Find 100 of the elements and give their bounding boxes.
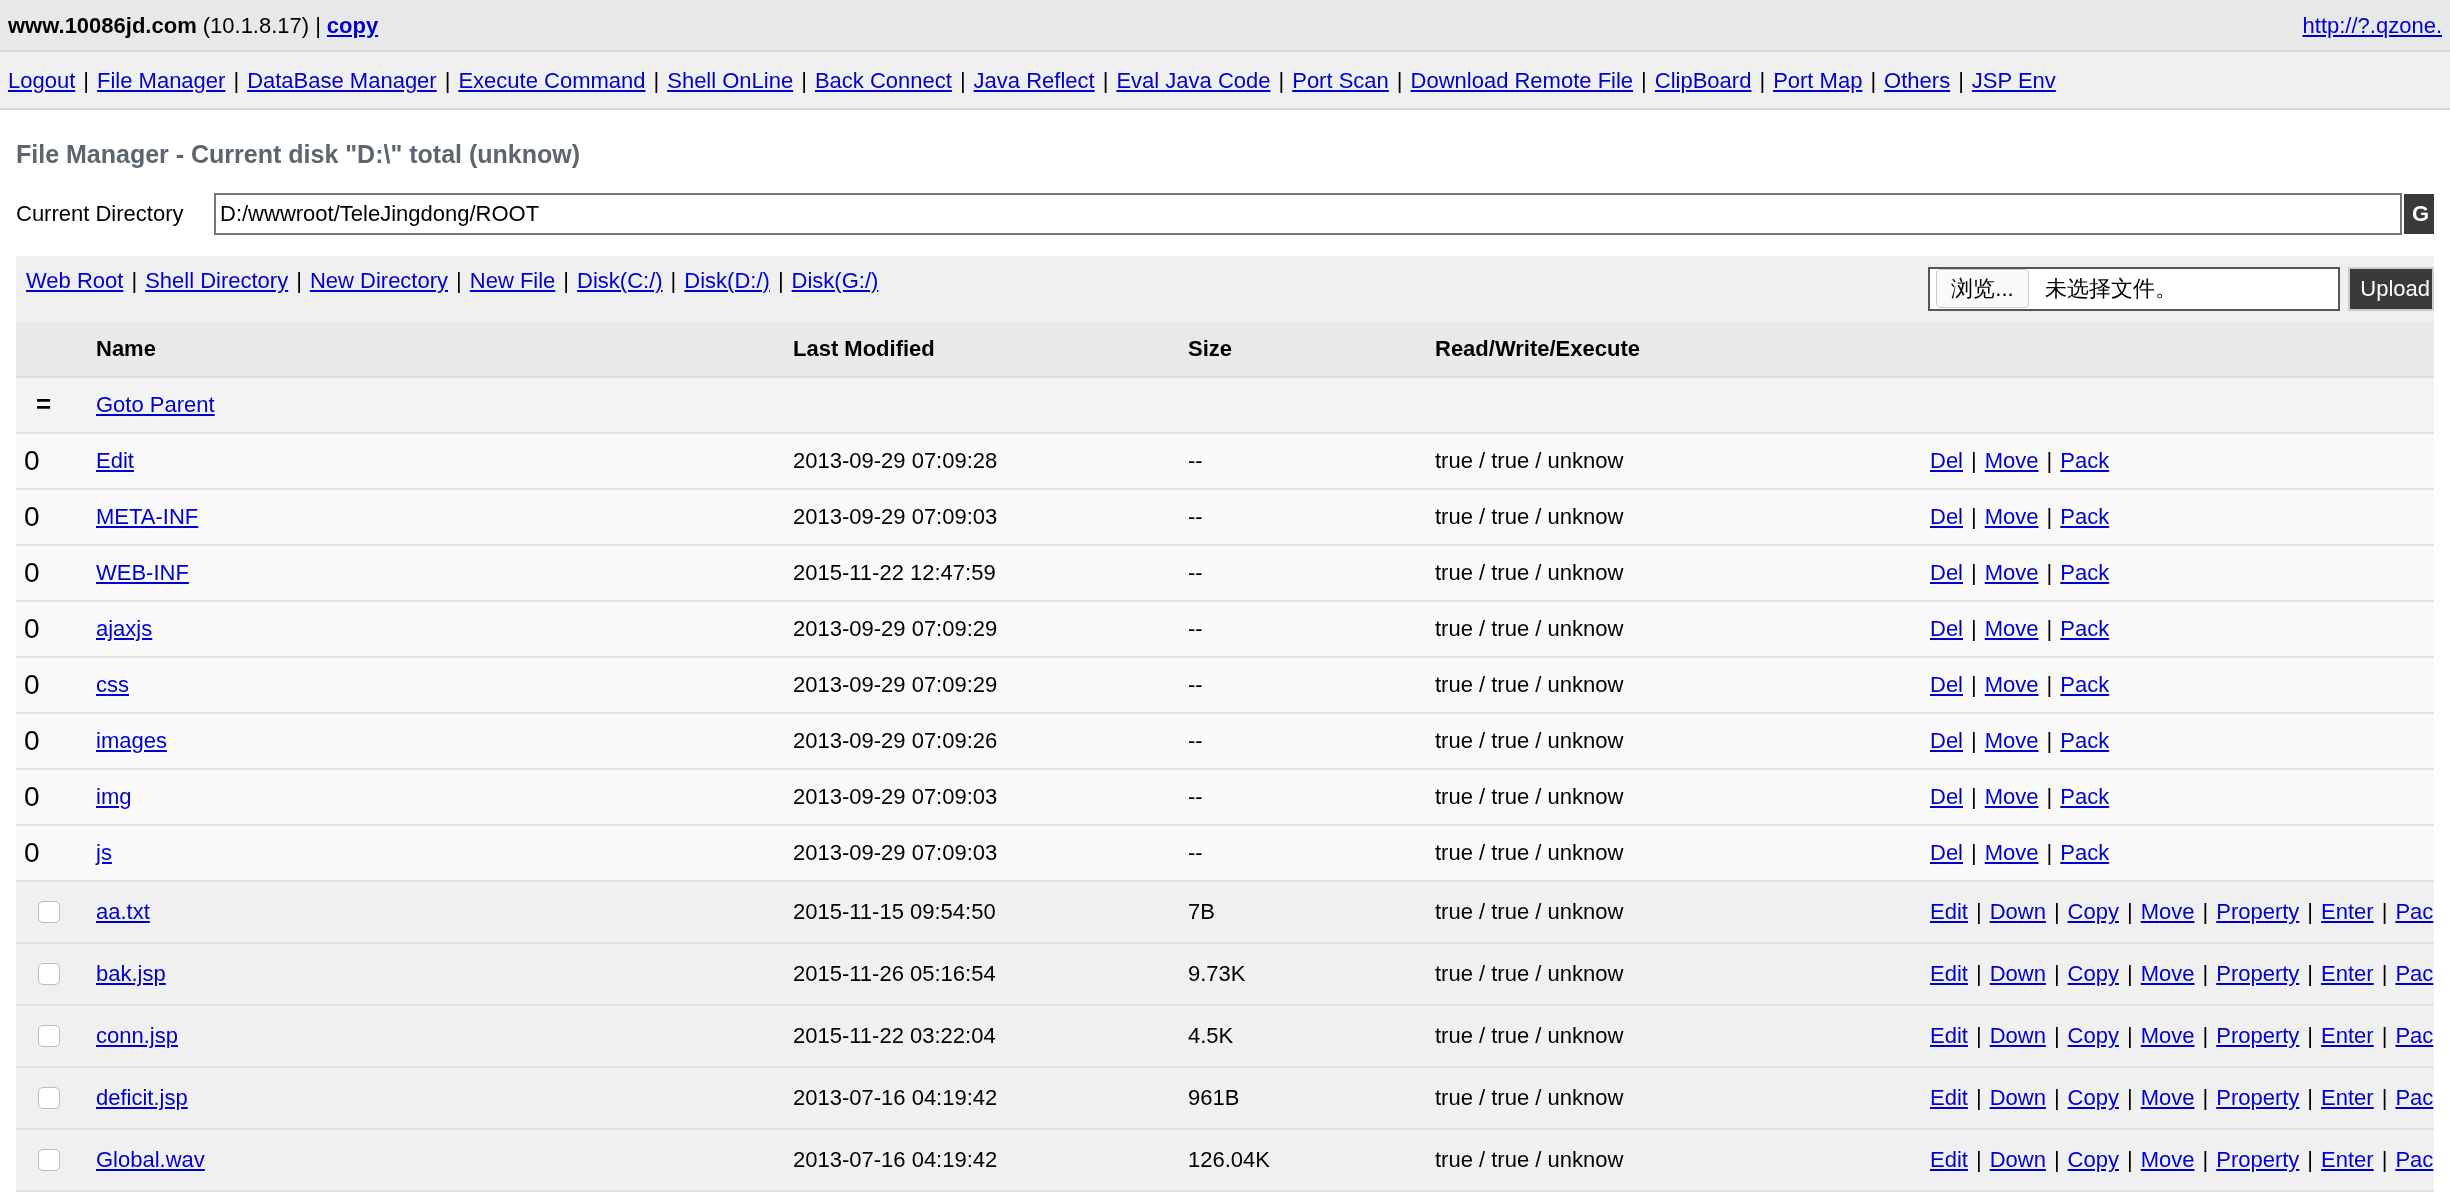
nav-link[interactable]: Port Map <box>1773 63 1863 97</box>
action-link[interactable]: Copy <box>2067 1019 2119 1052</box>
action-link[interactable]: Pac <box>2395 1019 2434 1052</box>
action-link[interactable]: Pack <box>2060 836 2110 869</box>
url-link[interactable]: http://?.qzone. <box>2302 8 2442 42</box>
action-link[interactable]: Enter <box>2321 957 2374 990</box>
action-link[interactable]: Move <box>1984 724 2039 757</box>
action-link[interactable]: Down <box>1989 895 2046 928</box>
action-link[interactable]: Edit <box>1930 895 1968 928</box>
file-name-link[interactable]: css <box>96 672 129 697</box>
nav-link[interactable]: Back Connect <box>814 63 952 97</box>
action-link[interactable]: Del <box>1930 724 1963 757</box>
file-name-link[interactable]: img <box>96 784 132 809</box>
action-link[interactable]: Move <box>2140 1143 2195 1176</box>
nav-link[interactable]: Shell OnLine <box>667 63 794 97</box>
directory-field[interactable]: D:/wwwroot/TeleJingdong/ROOT <box>214 192 2402 235</box>
action-link[interactable]: Del <box>1930 500 1963 533</box>
action-link[interactable]: Down <box>1989 1081 2046 1114</box>
file-name-link[interactable]: Goto Parent <box>96 392 215 417</box>
action-link[interactable]: Pack <box>2060 668 2110 701</box>
file-name-link[interactable]: ajaxjs <box>96 616 153 641</box>
file-upload-field[interactable]: 浏览... 未选择文件。 <box>1928 266 2341 311</box>
upload-button[interactable]: Upload <box>2348 266 2434 311</box>
action-link[interactable]: Down <box>1989 957 2046 990</box>
checkbox[interactable] <box>38 1024 60 1047</box>
action-link[interactable]: Move <box>2140 957 2195 990</box>
action-link[interactable]: Move <box>1984 836 2039 869</box>
action-link[interactable]: Edit <box>1930 1081 1968 1114</box>
nav-link[interactable]: Port Scan <box>1292 63 1389 97</box>
action-link[interactable]: Enter <box>2321 1143 2374 1176</box>
checkbox[interactable] <box>38 1148 60 1171</box>
file-name-link[interactable]: images <box>96 728 167 753</box>
file-name-link[interactable]: bak.jsp <box>96 961 166 986</box>
action-link[interactable]: Enter <box>2321 1081 2374 1114</box>
action-link[interactable]: Move <box>1984 500 2039 533</box>
action-link[interactable]: Move <box>1984 556 2039 589</box>
action-link[interactable]: Pac <box>2395 957 2434 990</box>
action-link[interactable]: Copy <box>2067 895 2119 928</box>
action-link[interactable]: Move <box>2140 1019 2195 1052</box>
go-button[interactable]: G <box>2404 193 2434 234</box>
nav-link[interactable]: Download Remote File <box>1410 63 1634 97</box>
browse-button[interactable]: 浏览... <box>1936 269 2029 308</box>
action-link[interactable]: Edit <box>1930 1143 1968 1176</box>
action-link[interactable]: Move <box>1984 780 2039 813</box>
nav-link[interactable]: Logout <box>8 63 76 97</box>
toolbar-link[interactable]: Shell Directory <box>145 263 289 297</box>
action-link[interactable]: Pack <box>2060 780 2110 813</box>
file-name-link[interactable]: conn.jsp <box>96 1023 178 1048</box>
action-link[interactable]: Del <box>1930 556 1963 589</box>
toolbar-link[interactable]: Web Root <box>26 263 124 297</box>
file-name-link[interactable]: aa.txt <box>96 899 150 924</box>
action-link[interactable]: Copy <box>2067 957 2119 990</box>
file-name-link[interactable]: deficit.jsp <box>96 1085 188 1110</box>
action-link[interactable]: Enter <box>2321 895 2374 928</box>
nav-link[interactable]: Execute Command <box>458 63 646 97</box>
action-link[interactable]: Down <box>1989 1019 2046 1052</box>
action-link[interactable]: Property <box>2216 1143 2300 1176</box>
action-link[interactable]: Del <box>1930 668 1963 701</box>
action-link[interactable]: Property <box>2216 1081 2300 1114</box>
action-link[interactable]: Copy <box>2067 1143 2119 1176</box>
copy-link[interactable]: copy <box>326 8 379 42</box>
nav-link[interactable]: Java Reflect <box>973 63 1095 97</box>
action-link[interactable]: Pac <box>2395 895 2434 928</box>
nav-link[interactable]: Eval Java Code <box>1116 63 1271 97</box>
action-link[interactable]: Pac <box>2395 1081 2434 1114</box>
file-name-link[interactable]: WEB-INF <box>96 560 189 585</box>
action-link[interactable]: Del <box>1930 612 1963 645</box>
checkbox[interactable] <box>38 1086 60 1109</box>
action-link[interactable]: Pac <box>2395 1143 2434 1176</box>
action-link[interactable]: Pack <box>2060 612 2110 645</box>
action-link[interactable]: Pack <box>2060 556 2110 589</box>
action-link[interactable]: Move <box>2140 895 2195 928</box>
action-link[interactable]: Property <box>2216 895 2300 928</box>
action-link[interactable]: Move <box>1984 444 2039 477</box>
action-link[interactable]: Pack <box>2060 444 2110 477</box>
toolbar-link[interactable]: New Directory <box>309 263 449 297</box>
nav-link[interactable]: ClipBoard <box>1654 63 1752 97</box>
action-link[interactable]: Move <box>1984 668 2039 701</box>
action-link[interactable]: Del <box>1930 836 1963 869</box>
action-link[interactable]: Property <box>2216 957 2300 990</box>
action-link[interactable]: Move <box>1984 612 2039 645</box>
action-link[interactable]: Enter <box>2321 1019 2374 1052</box>
action-link[interactable]: Copy <box>2067 1081 2119 1114</box>
action-link[interactable]: Del <box>1930 780 1963 813</box>
file-name-link[interactable]: Edit <box>96 448 134 473</box>
toolbar-link[interactable]: Disk(G:/) <box>791 263 879 297</box>
action-link[interactable]: Property <box>2216 1019 2300 1052</box>
file-name-link[interactable]: Global.wav <box>96 1147 205 1172</box>
action-link[interactable]: Move <box>2140 1081 2195 1114</box>
action-link[interactable]: Edit <box>1930 1019 1968 1052</box>
action-link[interactable]: Down <box>1989 1143 2046 1176</box>
action-link[interactable]: Pack <box>2060 500 2110 533</box>
action-link[interactable]: Del <box>1930 444 1963 477</box>
toolbar-link[interactable]: New File <box>469 263 556 297</box>
nav-link[interactable]: JSP Env <box>1971 63 2056 97</box>
checkbox[interactable] <box>38 900 60 923</box>
file-name-link[interactable]: js <box>96 840 112 865</box>
toolbar-link[interactable]: Disk(D:/) <box>684 263 770 297</box>
nav-link[interactable]: File Manager <box>97 63 226 97</box>
action-link[interactable]: Pack <box>2060 724 2110 757</box>
